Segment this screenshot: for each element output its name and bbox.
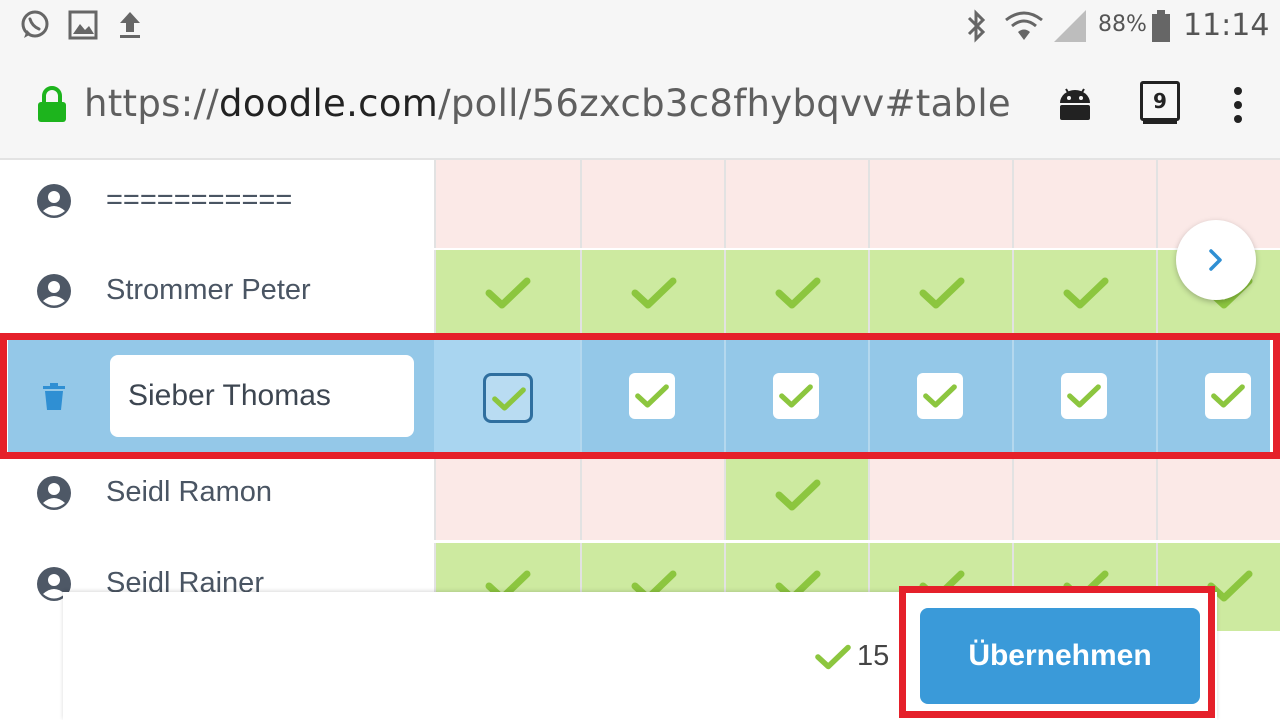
vote-checkbox[interactable] [629,373,675,419]
vote-cell [1012,160,1158,248]
vote-cell [1156,452,1280,540]
participant-name-input[interactable] [110,355,414,437]
cell-divider [724,340,726,452]
bluetooth-icon [967,9,986,43]
participant-name: Strommer Peter [106,274,311,306]
check-icon [1211,384,1245,408]
url-path: /poll/56zxcb3c8fhybqvv#table [438,82,1011,125]
person-icon [37,184,71,218]
vote-cell [580,452,726,540]
more-icon[interactable] [1230,86,1246,124]
vote-cell [580,160,726,248]
vote-cell [434,250,580,338]
check-icon [1063,277,1109,309]
scroll-right-button[interactable] [1176,220,1256,300]
clock: 11:14 [1183,8,1270,43]
check-icon [815,644,851,670]
vote-cell [868,250,1014,338]
chevron-right-icon [1209,249,1222,271]
cell-divider [580,340,582,452]
vote-cell [434,452,580,540]
android-icon[interactable] [1057,86,1093,122]
yes-count: 15 [857,640,890,672]
vote-cell [868,452,1014,540]
battery-icon [1152,10,1170,42]
check-icon [775,479,821,511]
participant-name: Seidl Ramon [106,476,273,508]
vote-checkbox[interactable] [1061,373,1107,419]
person-icon [37,476,71,510]
wifi-icon [1005,11,1043,40]
vote-cell [724,160,870,248]
participant-name: =========== [106,184,293,216]
person-icon [37,274,71,308]
check-icon [492,387,526,411]
tabs-icon[interactable]: 9 [1140,81,1180,121]
signal-icon [1054,10,1086,42]
vote-checkbox[interactable] [917,373,963,419]
vote-cell [1012,250,1158,338]
vote-cell [724,452,870,540]
vote-checkbox[interactable] [1205,373,1251,419]
vote-checkbox[interactable] [773,373,819,419]
address-bar[interactable]: https://doodle.com/poll/56zxcb3c8fhybqvv… [84,82,1011,125]
trash-icon[interactable] [42,383,66,411]
battery-percent: 88% [1098,12,1147,37]
cell-divider [1156,340,1158,452]
upload-icon [120,12,140,38]
vote-cell [724,250,870,338]
vote-cell [868,160,1014,248]
check-icon [923,384,957,408]
image-icon [68,10,98,40]
check-icon [485,277,531,309]
cell-divider [1012,340,1014,452]
apply-button[interactable]: Übernehmen [920,608,1200,704]
vote-checkbox[interactable] [483,373,533,423]
whatsapp-icon [21,10,49,38]
url-domain: doodle.com [219,82,439,125]
check-icon [779,384,813,408]
browser-toolbar: https://doodle.com/poll/56zxcb3c8fhybqvv… [0,52,1280,160]
vote-cell [1012,452,1158,540]
check-icon [775,277,821,309]
check-icon [1067,384,1101,408]
cell-divider [868,340,870,452]
lock-icon [38,86,66,122]
vote-cell [434,160,580,248]
check-icon [631,277,677,309]
status-bar: 88% 11:14 [0,0,1280,52]
check-icon [635,384,669,408]
url-scheme: https:// [84,82,220,125]
check-icon [919,277,965,309]
vote-cell [580,250,726,338]
